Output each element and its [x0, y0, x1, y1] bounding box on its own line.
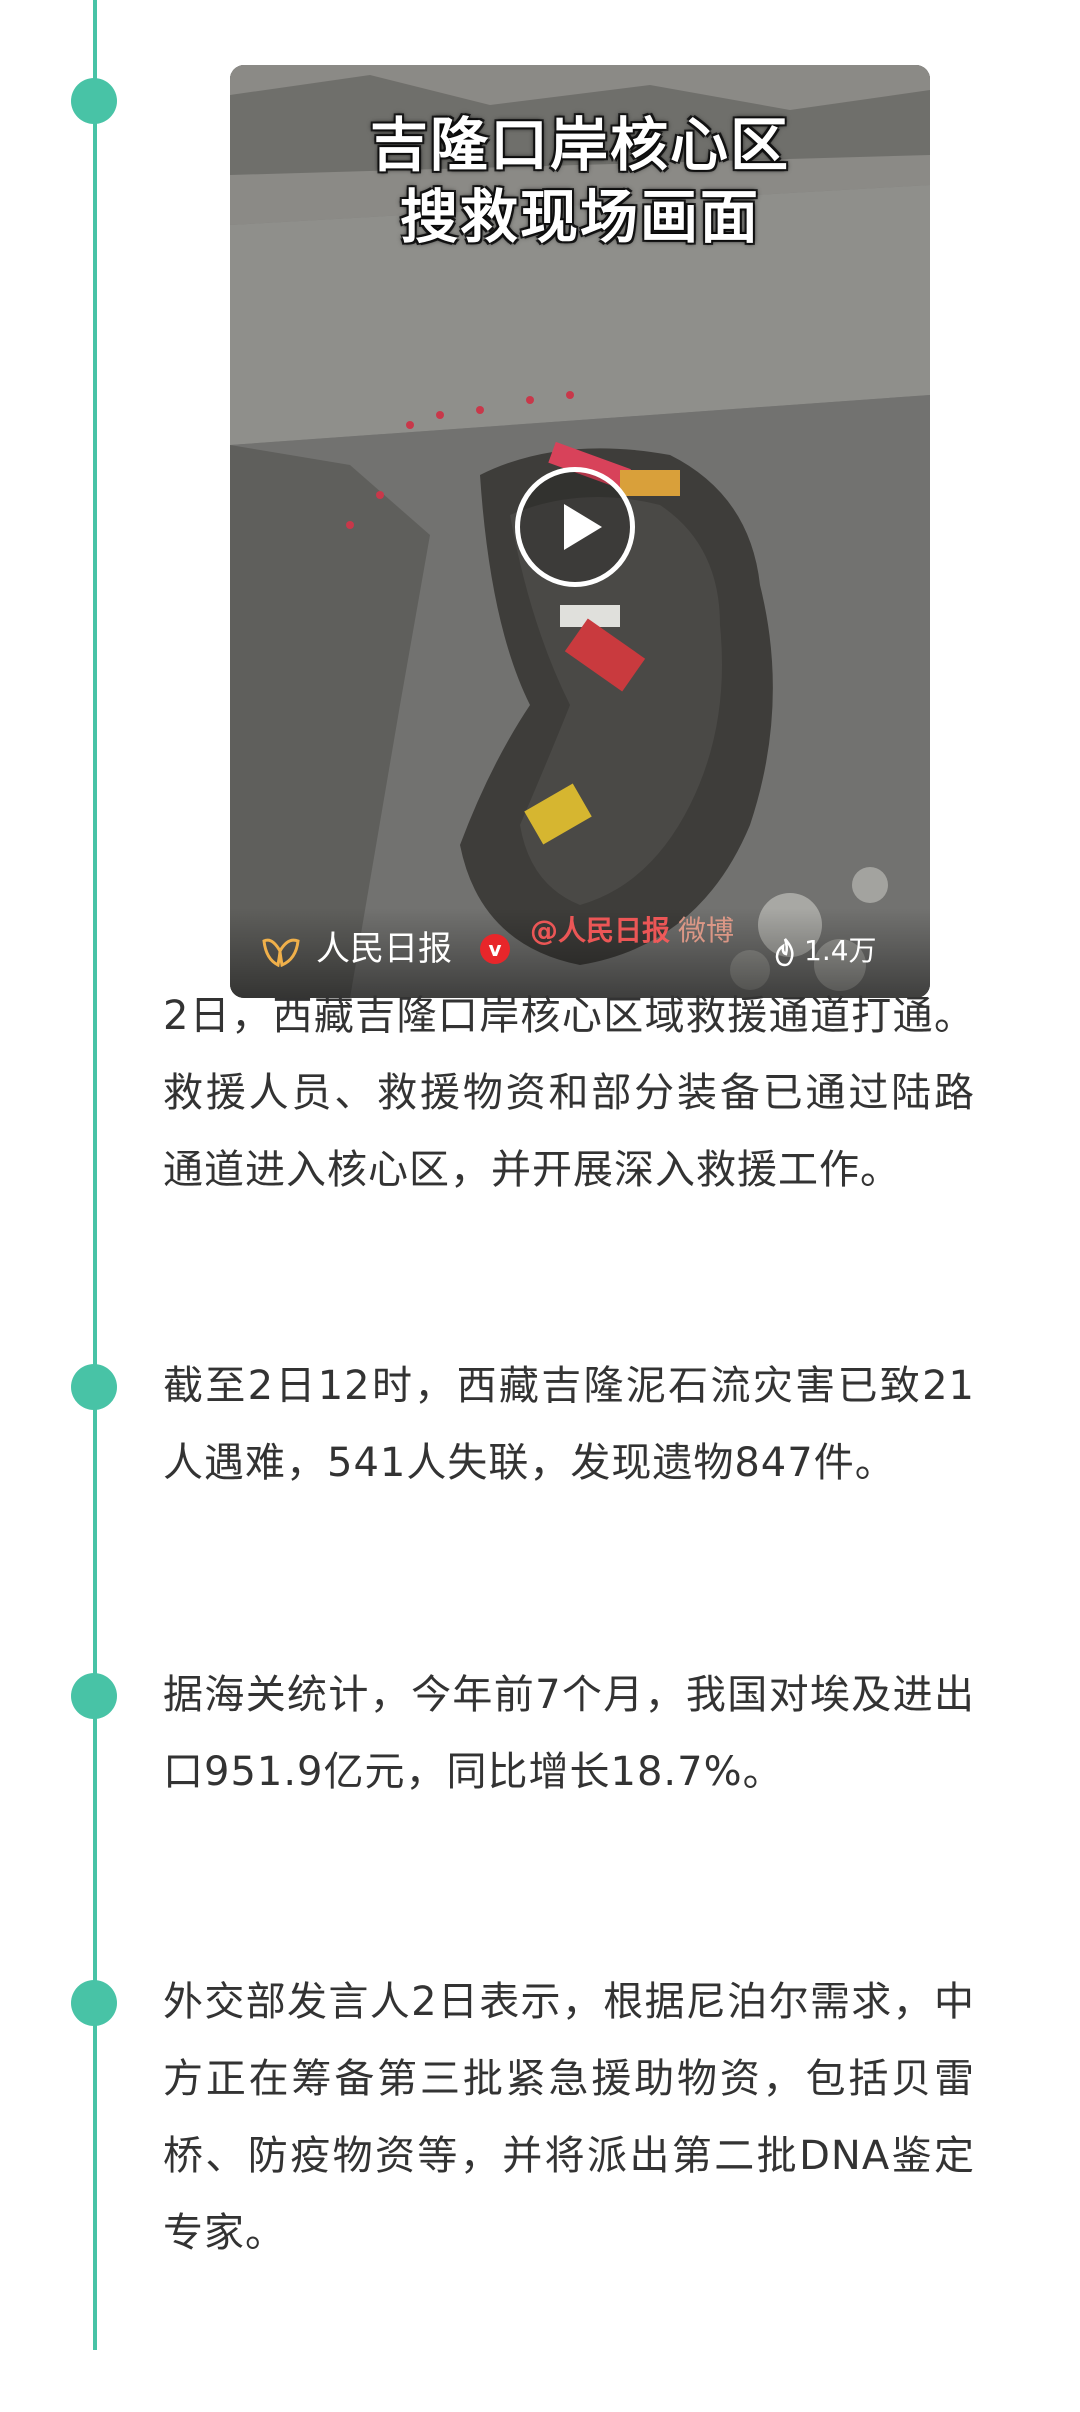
- watermark-text: @人民日报: [530, 914, 671, 947]
- watermark: @人民日报 微博: [530, 911, 734, 951]
- timeline-dot: [71, 1364, 117, 1410]
- play-icon: [564, 504, 602, 550]
- timeline-dot: [71, 78, 117, 124]
- news-item-text: 外交部发言人2日表示，根据尼泊尔需求，中方正在筹备第三批紧急援助物资，包括贝雷桥…: [163, 1979, 975, 2256]
- news-item-text: 截至2日12时，西藏吉隆泥石流灾害已致21人遇难，541人失联，发现遗物847件…: [163, 1363, 975, 1486]
- news-item-text: 据海关统计，今年前7个月，我国对埃及进出口951.9亿元，同比增长18.7%。: [163, 1672, 975, 1795]
- source-name[interactable]: 人民日报: [316, 927, 452, 971]
- news-item-text: 2日，西藏吉隆口岸核心区域救援通道打通。救援人员、救援物资和部分装备已通过陆路通…: [163, 993, 975, 1193]
- watermark-platform: 微博: [678, 914, 735, 947]
- video-player[interactable]: 吉隆口岸核心区 搜救现场画面 人民日报 v @人民日报 微博 1.4万: [230, 65, 930, 998]
- play-button[interactable]: [515, 467, 635, 587]
- weibo-logo-icon: [262, 938, 300, 968]
- view-count: 1.4万: [804, 934, 877, 967]
- timeline-dot: [71, 1980, 117, 2026]
- verified-badge: v: [480, 934, 510, 964]
- flame-icon: [775, 938, 794, 967]
- video-title-line1: 吉隆口岸核心区: [369, 111, 790, 179]
- video-title-line2: 搜救现场画面: [399, 183, 760, 251]
- timeline-dot: [71, 1673, 117, 1719]
